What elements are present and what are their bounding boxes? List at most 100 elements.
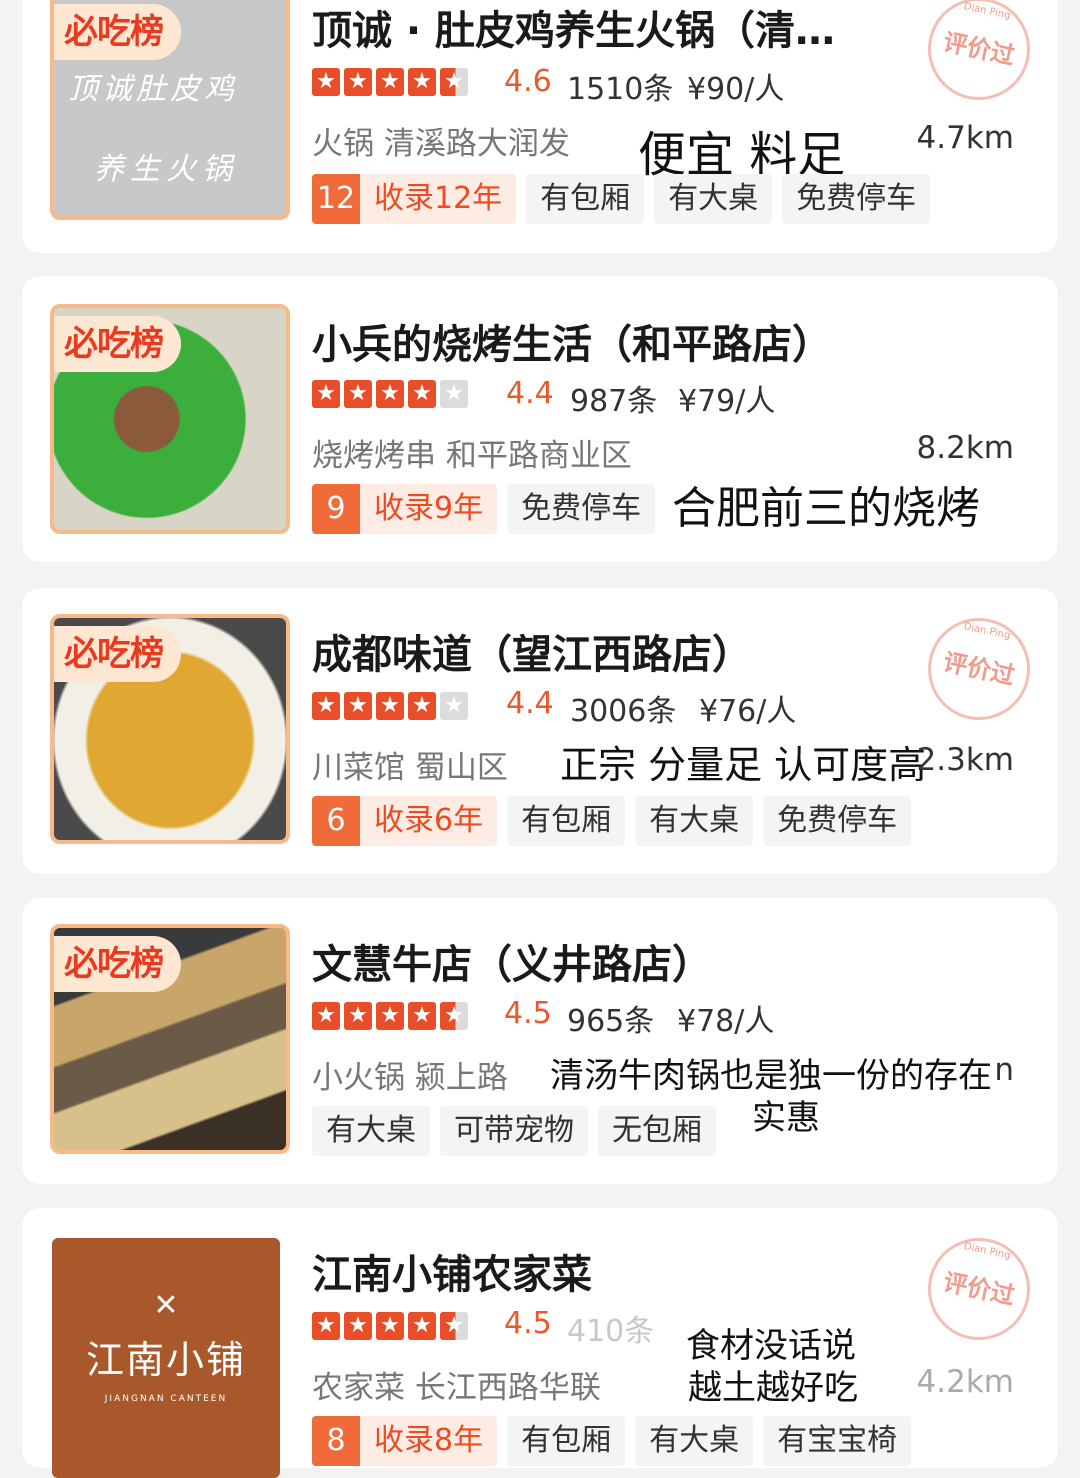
distance: 4.7km	[916, 120, 1014, 156]
distance: n	[994, 1052, 1014, 1088]
restaurant-thumbnail[interactable]: 必吃榜	[50, 614, 290, 844]
star-icon: ★	[376, 1002, 404, 1030]
half-star-icon: ★	[440, 1002, 468, 1030]
restaurant-card[interactable]: 顶诚肚皮鸡 养生火锅 必吃榜 顶诚 · 肚皮鸡养生火锅（清… ★ ★ ★ ★ ★ 4.6…	[22, 0, 1058, 253]
star-icon: ★	[376, 1312, 404, 1340]
review-count[interactable]: 1510条	[567, 64, 673, 108]
empty-star-icon: ★	[440, 380, 468, 408]
feature-tag: 有宝宝椅	[763, 1416, 912, 1466]
years-number: 12	[312, 174, 360, 224]
rating-score: 4.5	[504, 1306, 552, 1341]
star-icon: ★	[376, 68, 404, 96]
reviewed-stamp-icon: Dian Ping 评价过	[918, 0, 1040, 110]
star-icon: ★	[376, 380, 404, 408]
tag-row: 8 收录8年 有包厢 有大桌 有宝宝椅	[312, 1416, 912, 1466]
restaurant-title[interactable]: 顶诚 · 肚皮鸡养生火锅（清…	[312, 0, 835, 56]
restaurant-thumbnail[interactable]: 顶诚肚皮鸡 养生火锅 必吃榜	[50, 0, 290, 220]
star-rating: ★ ★ ★ ★ ★	[312, 380, 468, 408]
half-star-icon: ★	[440, 68, 468, 96]
feature-tag: 免费停车	[763, 796, 912, 846]
thumb-text: 顶诚肚皮鸡	[68, 72, 238, 107]
restaurant-card[interactable]: ✕ 江南小铺 JIANGNAN CANTEEN 江南小铺农家菜 ★ ★ ★ ★ ★ 4.…	[22, 1208, 1058, 1478]
star-icon: ★	[344, 68, 372, 96]
thumb-text: 养生火锅	[94, 152, 238, 187]
stamp-small-text: Dian Ping	[962, 1241, 1012, 1262]
star-rating: ★ ★ ★ ★ ★	[312, 1312, 468, 1340]
tag-row: 有大桌 可带宠物 无包厢	[312, 1106, 716, 1156]
star-rating: ★ ★ ★ ★ ★	[312, 68, 468, 96]
star-icon: ★	[344, 1002, 372, 1030]
star-icon: ★	[408, 68, 436, 96]
years-listed-tag: 12 收录12年	[312, 174, 517, 224]
feature-tag: 有大桌	[312, 1106, 430, 1156]
star-icon: ★	[312, 692, 340, 720]
review-count[interactable]: 3006条	[570, 686, 676, 730]
feature-tag: 有包厢	[526, 174, 645, 224]
must-eat-badge: 必吃榜	[54, 316, 181, 372]
restaurant-card[interactable]: 必吃榜 小兵的烧烤生活（和平路店） ★ ★ ★ ★ ★ 4.4 987条 ¥79/人 烧…	[22, 276, 1058, 562]
distance: 8.2km	[916, 430, 1014, 466]
feature-tag: 有大桌	[635, 1416, 754, 1466]
price-per-person: ¥76/人	[699, 694, 797, 729]
half-star-icon: ★	[440, 1312, 468, 1340]
reviewed-stamp-icon: Dian Ping 评价过	[918, 608, 1040, 730]
price-per-person: ¥79/人	[678, 384, 776, 419]
restaurant-thumbnail[interactable]: 必吃榜	[50, 924, 290, 1154]
feature-tag: 有大桌	[654, 174, 773, 224]
tag-row: 6 收录6年 有包厢 有大桌 免费停车	[312, 796, 912, 846]
tag-row: 9 收录9年 免费停车	[312, 484, 656, 534]
review-count[interactable]: 965条	[567, 996, 654, 1040]
feature-tag: 有包厢	[507, 796, 626, 846]
distance: 2.3km	[916, 742, 1014, 778]
restaurant-card[interactable]: 必吃榜 文慧牛店（义井路店） ★ ★ ★ ★ ★ 4.5 965条 ¥78/人 小火锅 …	[22, 898, 1058, 1184]
star-icon: ★	[408, 380, 436, 408]
empty-star-icon: ★	[440, 692, 468, 720]
restaurant-title[interactable]: 小兵的烧烤生活（和平路店）	[312, 312, 832, 370]
logo-name: 江南小铺	[85, 1338, 246, 1382]
feature-tag: 有大桌	[635, 796, 754, 846]
stamp-small-text: Dian Ping	[962, 621, 1012, 642]
distance: 4.2km	[916, 1364, 1014, 1400]
stamp-text: 评价过	[940, 647, 1018, 691]
star-icon: ★	[312, 1312, 340, 1340]
rating-score: 4.4	[506, 686, 554, 721]
rating-score: 4.6	[504, 64, 552, 99]
restaurant-title[interactable]: 文慧牛店（义井路店）	[312, 932, 712, 990]
feature-tag: 有包厢	[507, 1416, 626, 1466]
restaurant-thumbnail[interactable]: 必吃榜	[50, 304, 290, 534]
star-icon: ★	[408, 692, 436, 720]
years-listed-tag: 6 收录6年	[312, 796, 498, 846]
stamp-text: 评价过	[940, 1267, 1018, 1311]
must-eat-badge: 必吃榜	[54, 4, 181, 60]
restaurant-logo[interactable]: ✕ 江南小铺 JIANGNAN CANTEEN	[52, 1238, 280, 1478]
feature-tag: 无包厢	[598, 1106, 716, 1156]
stamp-small-text: Dian Ping	[962, 1, 1012, 22]
star-icon: ★	[376, 692, 404, 720]
note-text: 合肥前三的烧烤	[672, 483, 980, 534]
star-icon: ★	[344, 1312, 372, 1340]
must-eat-badge: 必吃榜	[54, 936, 181, 992]
feature-tag: 免费停车	[507, 484, 656, 534]
star-icon: ★	[408, 1002, 436, 1030]
review-count[interactable]: 987条	[570, 376, 657, 420]
category-location: 烧烤烤串 和平路商业区	[312, 438, 632, 474]
category-location: 农家菜 长江西路华联	[312, 1370, 601, 1406]
logo-subtitle: JIANGNAN CANTEEN	[104, 1394, 228, 1404]
restaurant-card[interactable]: 必吃榜 成都味道（望江西路店） ★ ★ ★ ★ ★ 4.4 3006条 ¥76/人 川菜…	[22, 588, 1058, 874]
restaurant-title[interactable]: 江南小铺农家菜	[312, 1242, 592, 1300]
star-icon: ★	[312, 1002, 340, 1030]
rating-score: 4.4	[506, 376, 554, 411]
utensils-icon: ✕	[153, 1288, 179, 1323]
category-location: 火锅 清溪路大润发	[312, 126, 570, 162]
star-icon: ★	[312, 68, 340, 96]
restaurant-title[interactable]: 成都味道（望江西路店）	[312, 622, 752, 680]
stamp-text: 评价过	[940, 27, 1018, 71]
years-number: 6	[312, 796, 360, 846]
review-count[interactable]: 410条	[567, 1306, 654, 1350]
star-rating: ★ ★ ★ ★ ★	[312, 1002, 468, 1030]
years-label: 收录6年	[374, 803, 484, 838]
note-text: 实惠	[752, 1098, 820, 1138]
star-icon: ★	[344, 380, 372, 408]
years-label: 收录12年	[374, 181, 503, 216]
years-number: 8	[312, 1416, 360, 1466]
